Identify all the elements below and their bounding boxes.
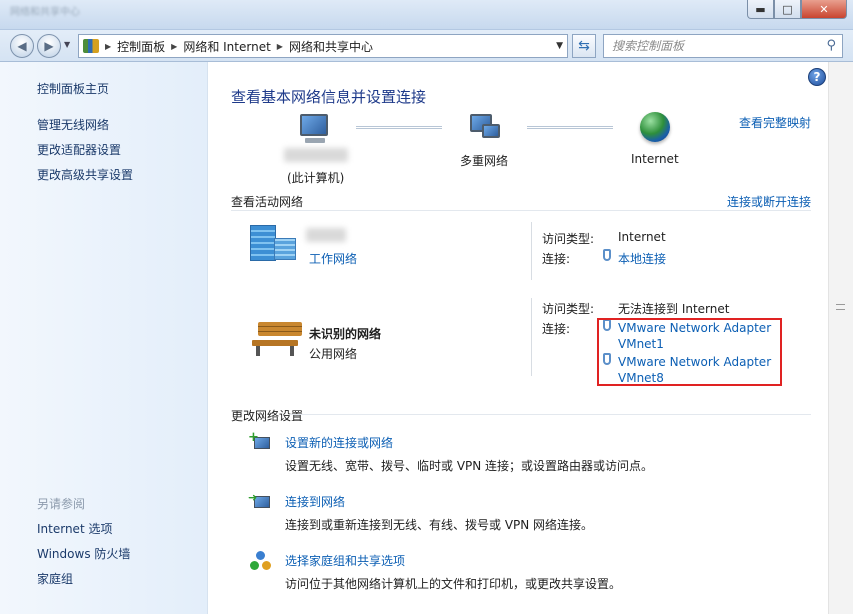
bench-leg — [256, 346, 260, 356]
access-type-value: Internet — [618, 230, 666, 244]
connections-label: 连接: — [542, 322, 571, 336]
connect-to-network-link[interactable]: 连接到网络 — [285, 493, 345, 510]
page-title: 查看基本网络信息并设置连接 — [231, 88, 427, 106]
help-button[interactable]: ? — [808, 68, 826, 86]
homegroup-icon[interactable] — [250, 550, 272, 572]
access-type-label: 访问类型: — [542, 232, 595, 246]
help-icon: ? — [813, 70, 821, 84]
breadcrumb-chevron-right-icon[interactable]: ▶ — [171, 42, 177, 51]
multiple-networks-label: 多重网络 — [460, 154, 509, 168]
homegroup-sharing-description: 访问位于其他网络计算机上的文件和打印机，或更改共享设置。 — [285, 577, 622, 591]
plus-icon: + — [248, 430, 259, 445]
unidentified-network-name: 未识别的网络 — [309, 327, 382, 341]
sidebar-item-internet-options[interactable]: Internet 选项 — [37, 520, 112, 537]
active-networks-heading: 查看活动网络 — [231, 195, 304, 209]
search-box[interactable]: ⚲ — [603, 34, 843, 58]
divider — [231, 210, 811, 211]
public-network-bench-icon[interactable] — [258, 322, 302, 336]
sidebar-item-windows-firewall[interactable]: Windows 防火墙 — [37, 545, 130, 562]
computer-name-redacted — [284, 148, 348, 162]
work-network-building-icon — [274, 238, 296, 260]
homegroup-sharing-link[interactable]: 选择家庭组和共享选项 — [285, 552, 405, 569]
forward-button[interactable]: ▶ — [37, 34, 61, 58]
setup-connection-description: 设置无线、宽带、拨号、临时或 VPN 连接；或设置路由器或访问点。 — [285, 459, 654, 473]
sidebar-item-manage-wireless[interactable]: 管理无线网络 — [37, 116, 109, 133]
bench-leg — [290, 346, 294, 356]
close-button[interactable]: ✕ — [801, 0, 847, 19]
highlight-box — [597, 318, 782, 386]
address-bar[interactable]: ▶ 控制面板 ▶ 网络和 Internet ▶ 网络和共享中心 ▼ — [78, 34, 568, 58]
arrow-right-icon: ▶ — [44, 39, 54, 53]
internet-label: Internet — [631, 152, 679, 166]
recent-pages-chevron-down-icon[interactable]: ▼ — [64, 40, 70, 49]
address-chevron-down-icon[interactable]: ▼ — [556, 41, 563, 51]
refresh-button[interactable]: ⇆ — [572, 34, 596, 58]
network-name-redacted — [306, 228, 346, 242]
window-title: 网络和共享中心 — [10, 7, 80, 18]
navigation-bar: ◀ ▶ ▼ ▶ 控制面板 ▶ 网络和 Internet ▶ 网络和共享中心 ▼ … — [0, 30, 853, 62]
computer-stand — [305, 138, 325, 143]
divider — [290, 414, 811, 415]
search-input[interactable] — [604, 35, 814, 57]
arrow-left-icon: ◀ — [17, 39, 27, 53]
separator — [531, 298, 532, 376]
new-connection-icon[interactable]: + — [248, 430, 272, 454]
computer-icon[interactable] — [300, 114, 328, 136]
public-network-label: 公用网络 — [309, 347, 358, 361]
window-controls: ▬ □ ✕ — [747, 0, 847, 19]
arrow-right-icon: ➜ — [248, 491, 258, 504]
view-full-map-link[interactable]: 查看完整映射 — [739, 114, 811, 131]
connect-to-network-description: 连接到或重新连接到无线、有线、拨号或 VPN 网络连接。 — [285, 518, 594, 532]
connect-network-icon[interactable]: ➜ — [248, 491, 272, 513]
sidebar-item-change-adapter[interactable]: 更改适配器设置 — [37, 141, 121, 158]
search-icon[interactable]: ⚲ — [826, 38, 836, 53]
title-bar[interactable]: 网络和共享中心 ▬ □ ✕ — [0, 0, 853, 30]
separator — [531, 222, 532, 280]
access-type-value: 无法连接到 Internet — [618, 302, 730, 316]
access-type-label: 访问类型: — [542, 302, 595, 316]
control-panel-icon — [83, 39, 99, 53]
local-connection-link[interactable]: 本地连接 — [618, 250, 666, 267]
see-also-heading: 另请参阅 — [37, 497, 86, 511]
computer-label: (此计算机) — [287, 171, 345, 185]
change-settings-heading: 更改网络设置 — [231, 409, 304, 423]
homegroup-dot — [262, 561, 271, 570]
homegroup-dot — [250, 561, 259, 570]
breadcrumb-network-sharing-center[interactable]: 网络和共享中心 — [289, 38, 373, 55]
map-link-line — [356, 126, 442, 129]
sidebar-item-homegroup[interactable]: 家庭组 — [37, 570, 73, 587]
internet-globe-icon[interactable] — [640, 112, 670, 142]
homegroup-dot — [256, 551, 265, 560]
network-monitor-icon — [482, 124, 500, 138]
connection-plug-icon — [603, 249, 611, 261]
breadcrumb-control-panel[interactable]: 控制面板 — [117, 38, 165, 55]
connect-disconnect-link[interactable]: 连接或断开连接 — [727, 193, 811, 210]
sidebar-item-advanced-sharing[interactable]: 更改高级共享设置 — [37, 166, 133, 183]
work-network-icon[interactable] — [250, 225, 276, 261]
sidebar-item-control-panel-home[interactable]: 控制面板主页 — [37, 80, 109, 97]
map-link-line — [527, 126, 613, 129]
refresh-icon: ⇆ — [578, 38, 590, 54]
maximize-button[interactable]: □ — [774, 0, 801, 19]
connections-label: 连接: — [542, 252, 571, 266]
setup-connection-link[interactable]: 设置新的连接或网络 — [285, 434, 393, 451]
back-button[interactable]: ◀ — [10, 34, 34, 58]
breadcrumb-network-internet[interactable]: 网络和 Internet — [183, 38, 270, 55]
minimize-button[interactable]: ▬ — [747, 0, 774, 19]
vertical-scrollbar[interactable] — [828, 62, 853, 614]
breadcrumb-chevron-right-icon[interactable]: ▶ — [277, 42, 283, 51]
sidebar: 控制面板主页 管理无线网络 更改适配器设置 更改高级共享设置 另请参阅 Inte… — [0, 62, 208, 614]
breadcrumb-chevron-right-icon[interactable]: ▶ — [105, 42, 111, 51]
scroll-grip-icon — [836, 304, 845, 310]
work-network-link[interactable]: 工作网络 — [309, 250, 357, 267]
